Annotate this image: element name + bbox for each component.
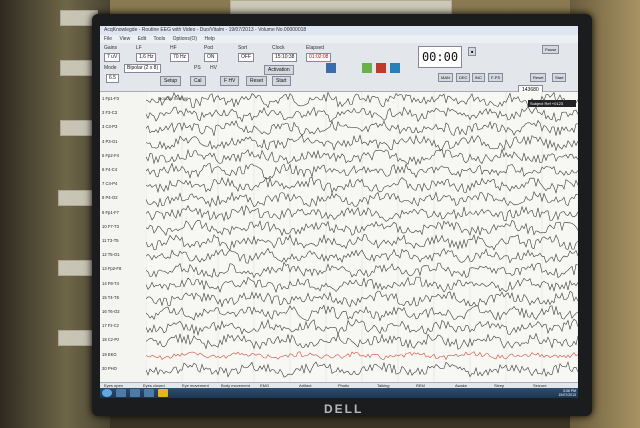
explorer-icon[interactable] (116, 389, 126, 397)
lf-select[interactable]: 1.6 Hz (136, 53, 157, 62)
channel-label[interactable]: 11 T3-T5 (102, 238, 119, 243)
dec-button[interactable]: DEC (456, 73, 471, 82)
sort-select[interactable]: OFF (238, 53, 254, 62)
channel-label[interactable]: 1 Fp1-F3 (102, 96, 119, 101)
clock-label: Clock (272, 45, 285, 51)
ps-checkbox[interactable]: PS (194, 65, 201, 71)
windows-taskbar: 3:36 PM 19/07/2013 (100, 388, 578, 398)
pod-label: Pod (204, 45, 213, 51)
menu-tools[interactable]: Tools (154, 36, 166, 42)
reset-right-button[interactable]: Reset (530, 73, 547, 82)
montage-select[interactable]: Bipolar (2 x 8) (124, 64, 162, 73)
elapsed-value: 01:02:08 (306, 53, 332, 62)
cal-button[interactable]: Cal (190, 76, 206, 86)
eeg-trace-area[interactable]: Double Sensor Subject Ref +0123 (146, 92, 578, 382)
activation-button[interactable]: Activation (264, 65, 294, 75)
video-icon[interactable] (326, 63, 336, 73)
channel-label-column: 1 Fp1-F3 2 F3-C3 3 C3-P3 4 P3-O1 5 Fp2-F4 6 F… (100, 92, 147, 382)
settings-icon[interactable] (390, 63, 400, 73)
f-ps-button[interactable]: F-PS (488, 73, 504, 82)
lf-label: LF (136, 45, 142, 51)
gains-select[interactable]: 7 uV (104, 53, 121, 62)
gains-label: Gains (104, 45, 118, 51)
channel-label[interactable]: 13 Fp2-F8 (102, 266, 121, 271)
f-hv-button[interactable]: F HV (220, 76, 240, 86)
channel-label[interactable]: 8 P4-O2 (102, 195, 118, 200)
sort-label: Sort (238, 45, 248, 51)
app-icon[interactable] (158, 389, 168, 397)
menu-options[interactable]: Options(O) (173, 36, 197, 42)
clock-value: 15:10:38 (272, 53, 298, 62)
menu-file[interactable]: File (104, 36, 112, 42)
app-icon[interactable] (144, 389, 154, 397)
channel-label[interactable]: 14 F8-T4 (102, 281, 119, 286)
menu-help[interactable]: Help (204, 36, 214, 42)
channel-label[interactable]: 5 Fp2-F4 (102, 153, 119, 158)
pod-select[interactable]: ON (204, 53, 218, 62)
speed-select[interactable]: 6.5 (106, 74, 119, 83)
menu-bar: File View Edit Tools Options(O) Help (100, 35, 578, 43)
channel-label[interactable]: 4 P3-O1 (102, 139, 118, 144)
start-orb-icon[interactable] (102, 389, 112, 397)
reset-button[interactable]: Reset (246, 76, 268, 86)
tray-date: 19/07/2013 (558, 393, 576, 397)
acquisition-toolbar: Gains LF HF Pod Sort Clock Elapsed 7 uV … (100, 43, 578, 95)
menu-view[interactable]: View (119, 36, 130, 42)
mode-label: Mode (104, 65, 117, 71)
window-title: AcqKnowlegde - Routine EEG with Video - … (100, 26, 578, 35)
channel-label[interactable]: 16 T6-O2 (102, 309, 120, 314)
trace-tag: Subject Ref +0123 (530, 101, 564, 106)
menu-edit[interactable]: Edit (138, 36, 147, 42)
channel-label[interactable]: 2 F3-C3 (102, 110, 117, 115)
stop-icon[interactable] (376, 63, 386, 73)
channel-label[interactable]: 6 F4-C4 (102, 167, 117, 172)
system-tray: 3:36 PM 19/07/2013 (558, 389, 576, 397)
channel-label[interactable]: 3 C3-P3 (102, 124, 117, 129)
channel-label[interactable]: 9 Fp1-F7 (102, 210, 119, 215)
elapsed-label: Elapsed (306, 45, 325, 51)
man-button[interactable]: MAN (438, 73, 453, 82)
channel-label[interactable]: 7 C4-P4 (102, 181, 117, 186)
hv-checkbox[interactable]: HV (210, 65, 217, 71)
channel-label[interactable]: 19 EKG (102, 352, 117, 357)
channel-label[interactable]: 17 Fz-Cz (102, 323, 119, 328)
recording-timer: 00:00 (418, 46, 462, 68)
channel-label[interactable]: 10 F7-T3 (102, 224, 119, 229)
inc-button[interactable]: INC (472, 73, 485, 82)
setup-button[interactable]: Setup (160, 76, 182, 86)
channel-label[interactable]: 18 Cz-Pz (102, 337, 119, 342)
channel-label[interactable]: 15 T4-T6 (102, 295, 119, 300)
monitor-screen: AcqKnowlegde - Routine EEG with Video - … (100, 26, 578, 398)
channel-label[interactable]: 12 T5-O1 (102, 252, 120, 257)
app-icon[interactable] (130, 389, 140, 397)
led-icon: ■ (468, 47, 477, 56)
channel-label[interactable]: 20 PHO (102, 366, 117, 371)
pause-button[interactable]: Pause (542, 45, 560, 54)
hf-label: HF (170, 45, 177, 51)
start-right-button[interactable]: Start (552, 73, 567, 82)
hf-select[interactable]: 70 Hz (170, 53, 190, 62)
start-button[interactable]: Start (272, 76, 291, 86)
record-icon[interactable] (362, 63, 372, 73)
monitor-logo: DELL (324, 402, 364, 416)
trace-annotation: Double Sensor (158, 96, 188, 101)
